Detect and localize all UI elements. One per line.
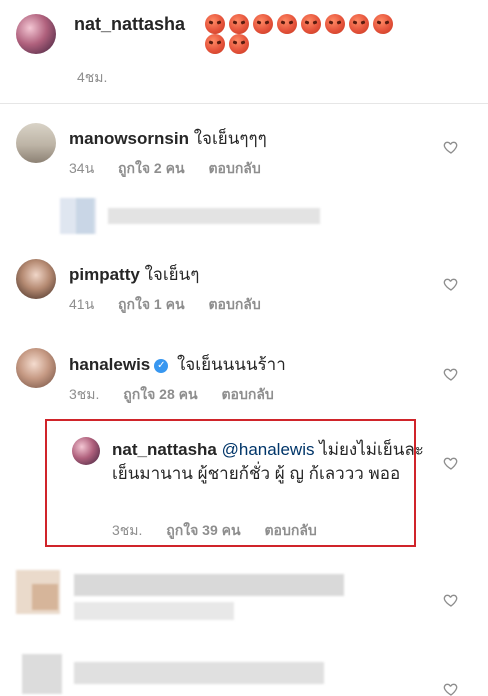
verified-badge-icon: ✓ xyxy=(154,358,169,373)
comment-likes[interactable]: ถูกใจ 28 คน xyxy=(123,386,197,402)
comment-line: pimpatty ใจเย็นๆ xyxy=(69,261,199,288)
comment-reply-button[interactable]: ตอบกลับ xyxy=(208,160,260,176)
comment-reply-button[interactable]: ตอบกลับ xyxy=(221,386,273,402)
angry-face-icon xyxy=(253,14,273,34)
comment-meta: 34น ถูกใจ 2 คน ตอบกลับ xyxy=(69,158,281,180)
comment-avatar[interactable] xyxy=(16,259,56,299)
blurred-comment xyxy=(4,650,324,696)
comment-line: hanalewis ✓ ใจเย็นนนนร้าา xyxy=(69,351,286,378)
reply-line: nat_nattasha @hanalewis ไม่ยงไม่เย็นละ เ… xyxy=(112,438,442,486)
heart-icon[interactable] xyxy=(443,455,459,471)
reply-meta: 3ชม. ถูกใจ 39 คน ตอบกลับ xyxy=(112,520,337,542)
angry-face-icon xyxy=(373,14,393,34)
caption-avatar[interactable] xyxy=(16,14,56,54)
comment-text: ใจเย็นนนนร้าา xyxy=(177,355,286,374)
heart-icon[interactable] xyxy=(443,276,459,292)
reply-mention[interactable]: @hanalewis xyxy=(222,440,315,459)
comment-avatar[interactable] xyxy=(16,348,56,388)
comment-reply-button[interactable]: ตอบกลับ xyxy=(208,296,260,312)
comment-text: ใจเย็นๆๆๆ xyxy=(193,129,267,148)
angry-face-icon xyxy=(205,14,225,34)
heart-icon[interactable] xyxy=(443,681,459,696)
reply-avatar[interactable] xyxy=(72,437,100,465)
comment-text: ใจเย็นๆ xyxy=(144,265,200,284)
angry-face-icon xyxy=(277,14,297,34)
blurred-comment xyxy=(4,566,344,626)
angry-face-icon xyxy=(229,34,249,54)
reply-reply-button[interactable]: ตอบกลับ xyxy=(264,522,316,538)
heart-icon[interactable] xyxy=(443,139,459,155)
comment-time: 41น xyxy=(69,296,95,312)
comment-time: 3ชม. xyxy=(69,386,100,402)
reply-likes[interactable]: ถูกใจ 39 คน xyxy=(166,522,240,538)
comment-username[interactable]: pimpatty xyxy=(69,265,140,284)
comment-avatar[interactable] xyxy=(16,123,56,163)
comment-username[interactable]: hanalewis xyxy=(69,355,150,374)
reply-username[interactable]: nat_nattasha xyxy=(112,440,217,459)
comment-meta: 41น ถูกใจ 1 คน ตอบกลับ xyxy=(69,294,281,316)
blurred-reply xyxy=(60,198,320,234)
angry-face-icon xyxy=(301,14,321,34)
caption-emoji-row xyxy=(205,14,425,54)
angry-face-icon xyxy=(205,34,225,54)
comment-line: manowsornsin ใจเย็นๆๆๆ xyxy=(69,125,267,152)
caption-username[interactable]: nat_nattasha xyxy=(74,14,185,35)
comment-username[interactable]: manowsornsin xyxy=(69,129,189,148)
caption-time: 4ชม. xyxy=(77,69,108,85)
angry-face-icon xyxy=(349,14,369,34)
heart-icon[interactable] xyxy=(443,366,459,382)
heart-icon[interactable] xyxy=(443,592,459,608)
comment-likes[interactable]: ถูกใจ 2 คน xyxy=(118,160,185,176)
comment-likes[interactable]: ถูกใจ 1 คน xyxy=(118,296,185,312)
caption-divider xyxy=(0,103,488,104)
comment-meta: 3ชม. ถูกใจ 28 คน ตอบกลับ xyxy=(69,384,294,406)
comment-time: 34น xyxy=(69,160,95,176)
reply-time: 3ชม. xyxy=(112,522,143,538)
angry-face-icon xyxy=(229,14,249,34)
angry-face-icon xyxy=(325,14,345,34)
